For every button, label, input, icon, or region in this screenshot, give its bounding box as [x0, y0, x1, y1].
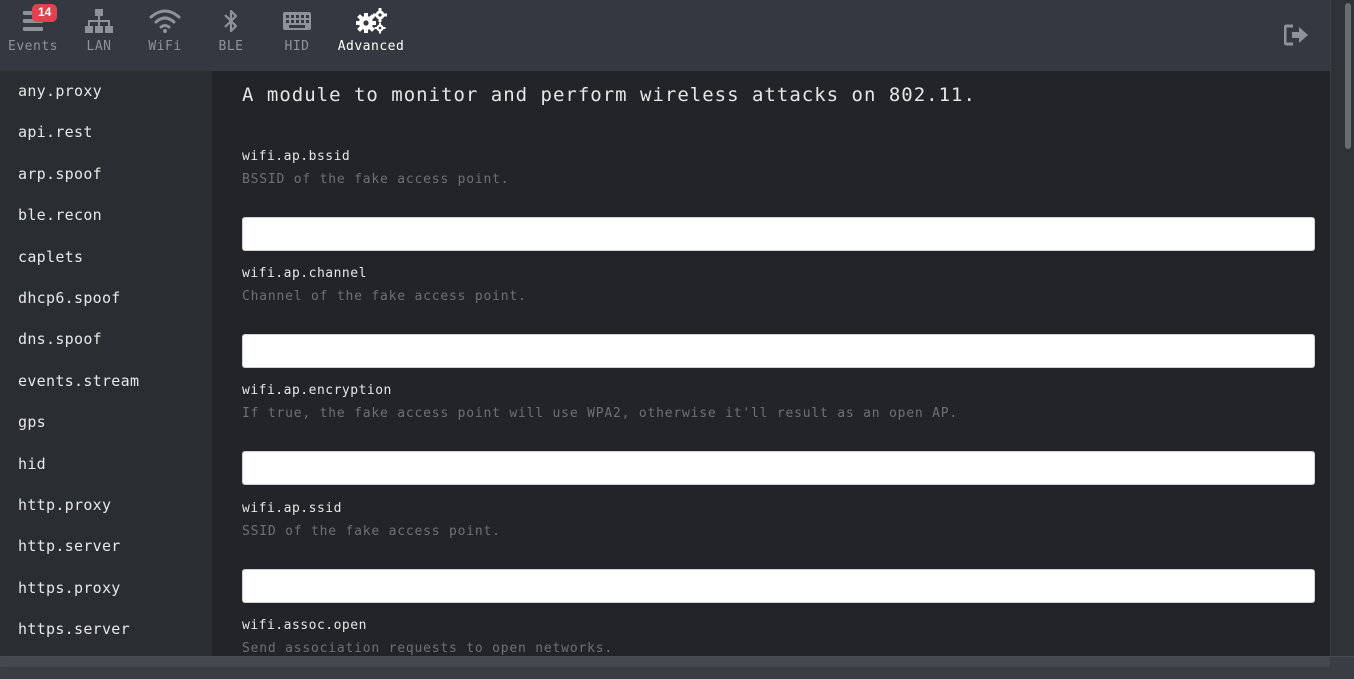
module-description: A module to monitor and perform wireless… [242, 84, 976, 106]
param-name: wifi.ap.encryption [242, 383, 392, 398]
nav-wifi[interactable]: WiFi [135, 8, 195, 64]
param-name: wifi.ap.channel [242, 266, 367, 281]
sidebar-item-dns-spoof[interactable]: dns.spoof [0, 319, 212, 360]
param-wifi-assoc-open: wifi.assoc.open Send association request… [242, 618, 1315, 656]
sidebar-item-ble-recon[interactable]: ble.recon [0, 195, 212, 236]
bluetooth-icon [224, 9, 238, 33]
param-help: Channel of the fake access point. [242, 289, 527, 304]
sidebar-item-api-rest[interactable]: api.rest [0, 112, 212, 153]
nav-ble[interactable]: BLE [201, 8, 261, 64]
vertical-scrollbar-thumb[interactable] [1345, 3, 1351, 149]
nav-hid-label: HID [284, 39, 310, 54]
param-name: wifi.assoc.open [242, 618, 367, 633]
param-name: wifi.ap.ssid [242, 501, 342, 516]
wifi-ap-encryption-input[interactable] [242, 451, 1315, 485]
sidebar-item-any-proxy[interactable]: any.proxy [0, 71, 212, 112]
nav-events[interactable]: 14 Events [3, 4, 63, 64]
nav-advanced[interactable]: Advanced [336, 8, 406, 64]
gears-icon [356, 8, 387, 34]
sidebar-item-arp-spoof[interactable]: arp.spoof [0, 154, 212, 195]
sidebar-item-hid[interactable]: hid [0, 444, 212, 485]
param-help: SSID of the fake access point. [242, 524, 501, 539]
param-wifi-ap-bssid: wifi.ap.bssid BSSID of the fake access p… [242, 149, 1315, 251]
param-name: wifi.ap.bssid [242, 149, 351, 164]
network-icon [85, 9, 113, 33]
sidebar-item-http-server[interactable]: http.server [0, 526, 212, 567]
param-help: BSSID of the fake access point. [242, 172, 510, 187]
wifi-ap-bssid-input[interactable] [242, 217, 1315, 251]
nav-lan-label: LAN [86, 39, 112, 54]
wifi-ap-channel-input[interactable] [242, 334, 1315, 368]
logout-icon [1283, 24, 1308, 46]
keyboard-icon [283, 12, 311, 30]
nav-hid[interactable]: HID [267, 8, 327, 64]
nav-events-label: Events [8, 39, 58, 54]
nav-ble-label: BLE [218, 39, 244, 54]
nav-lan[interactable]: LAN [69, 8, 129, 64]
param-help: Send association requests to open networ… [242, 641, 613, 656]
top-nav-bar: 14 Events LAN WiFi BLE HID Advanced [0, 0, 1330, 71]
wifi-ap-ssid-input[interactable] [242, 569, 1315, 603]
events-count-badge: 14 [32, 4, 58, 22]
param-help: If true, the fake access point will use … [242, 406, 959, 421]
nav-advanced-label: Advanced [337, 39, 405, 54]
sidebar-item-gps[interactable]: gps [0, 402, 212, 443]
param-wifi-ap-ssid: wifi.ap.ssid SSID of the fake access poi… [242, 501, 1315, 603]
module-detail-panel: A module to monitor and perform wireless… [212, 71, 1330, 656]
horizontal-scrollbar-thumb[interactable] [0, 657, 1330, 667]
sidebar-item-https-server[interactable]: https.server [0, 609, 212, 650]
nav-wifi-label: WiFi [148, 39, 182, 54]
sidebar-item-dhcp6-spoof[interactable]: dhcp6.spoof [0, 278, 212, 319]
logout-button[interactable] [1283, 24, 1310, 46]
sidebar-item-http-proxy[interactable]: http.proxy [0, 485, 212, 526]
param-wifi-ap-encryption: wifi.ap.encryption If true, the fake acc… [242, 383, 1315, 485]
param-wifi-ap-channel: wifi.ap.channel Channel of the fake acce… [242, 266, 1315, 368]
wifi-icon [149, 9, 181, 33]
module-sidebar: any.proxy api.rest arp.spoof ble.recon c… [0, 71, 212, 656]
sidebar-item-caplets[interactable]: caplets [0, 237, 212, 278]
sidebar-item-events-stream[interactable]: events.stream [0, 361, 212, 402]
sidebar-item-https-proxy[interactable]: https.proxy [0, 568, 212, 609]
